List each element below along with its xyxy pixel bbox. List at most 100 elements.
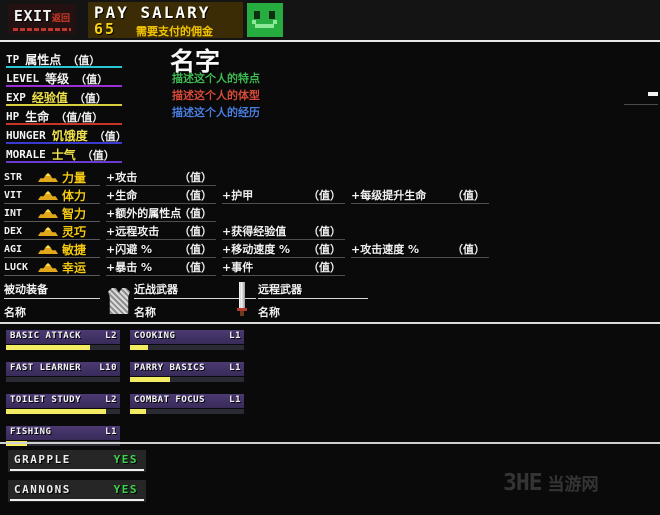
attribute-key: AGI bbox=[4, 243, 23, 255]
stat-bar bbox=[6, 161, 122, 163]
skill-name: COMBAT FOCUS bbox=[134, 395, 206, 405]
face-mouth-icon bbox=[252, 20, 277, 28]
scrollbar-track[interactable] bbox=[624, 104, 658, 105]
crown-icon bbox=[38, 173, 58, 182]
site-watermark: 3HE 当游网 bbox=[503, 470, 599, 496]
skill-level: L1 bbox=[229, 331, 241, 341]
equipment-divider bbox=[0, 322, 660, 324]
attribute-label-cn: 幸运 bbox=[62, 260, 87, 275]
skill-item[interactable]: FAST LEARNER L10 bbox=[6, 362, 120, 384]
toggle-label: CANNONS bbox=[14, 483, 71, 496]
bonus-label: +获得经验值 bbox=[222, 225, 287, 238]
attribute-bonus: +移动速度 % （值） bbox=[222, 240, 347, 258]
attribute-main: STR 力量 bbox=[4, 168, 104, 186]
skill-level: L2 bbox=[105, 395, 117, 405]
bonus-value: （值） bbox=[452, 189, 485, 202]
equipment-slot[interactable]: 远程武器 名称 bbox=[237, 278, 398, 320]
attribute-bonus: +生命 （值） bbox=[106, 186, 218, 204]
character-sheet-screen: EXIT 返回 PAY SALARY 65 需要支付的佣金 TP 属性点 （值） LE… bbox=[0, 0, 660, 515]
skill-item[interactable]: PARRY BASICS L1 bbox=[130, 362, 244, 384]
sword-hilt-icon bbox=[242, 311, 244, 316]
skill-name: PARRY BASICS bbox=[134, 363, 206, 373]
stat-key: TP bbox=[6, 53, 20, 66]
attribute-label-cn: 体力 bbox=[62, 188, 87, 203]
bonus-underline bbox=[222, 275, 345, 276]
attribute-key: STR bbox=[4, 171, 23, 183]
crown-icon bbox=[38, 263, 58, 272]
skill-progress-track bbox=[6, 345, 120, 350]
character-description-line: 描述这个人的体型 bbox=[172, 89, 260, 102]
skill-name: BASIC ATTACK bbox=[10, 331, 82, 341]
bonus-label: +闪避 % bbox=[106, 243, 153, 256]
skill-progress-fill bbox=[130, 377, 170, 382]
watermark-cn: 当游网 bbox=[547, 475, 599, 495]
pay-salary-amount: 65 bbox=[94, 20, 117, 38]
character-description-line: 描述这个人的经历 bbox=[172, 106, 260, 119]
attribute-main: AGI 敏捷 bbox=[4, 240, 104, 258]
skill-name: FAST LEARNER bbox=[10, 363, 82, 373]
attribute-row-luck: LUCK 幸运 +暴击 % （值） +事件 （值） bbox=[4, 258, 656, 276]
toggle-cannons[interactable]: CANNONS YES bbox=[8, 480, 146, 502]
pay-salary-button[interactable]: PAY SALARY 65 需要支付的佣金 bbox=[88, 2, 243, 38]
stat-row-level: LEVEL 等级 （值） bbox=[6, 69, 156, 88]
bonus-label: +暴击 % bbox=[106, 261, 153, 274]
bonus-value: （值） bbox=[308, 225, 341, 238]
toggle-grapple[interactable]: GRAPPLE YES bbox=[8, 450, 146, 472]
stat-bar bbox=[6, 85, 122, 87]
skill-level: L1 bbox=[229, 395, 241, 405]
pay-salary-caption: 需要支付的佣金 bbox=[136, 25, 213, 38]
crown-icon bbox=[38, 209, 58, 218]
character-description-line: 描述这个人的特点 bbox=[172, 72, 260, 85]
skill-progress-track bbox=[6, 409, 120, 414]
skill-item[interactable]: COMBAT FOCUS L1 bbox=[130, 394, 244, 416]
toggle-value: YES bbox=[113, 483, 138, 496]
attribute-bonus-empty bbox=[351, 204, 491, 222]
stat-row-exp: EXP 经验值 （值） bbox=[6, 88, 156, 107]
bonus-value: （值） bbox=[308, 189, 341, 202]
bonus-label: +生命 bbox=[106, 189, 138, 202]
stat-key: LEVEL bbox=[6, 72, 40, 85]
scrollbar-thumb[interactable] bbox=[648, 92, 658, 96]
skill-item[interactable]: BASIC ATTACK L2 bbox=[6, 330, 120, 352]
skill-progress-fill bbox=[6, 345, 91, 350]
equipment-header-rule bbox=[4, 298, 100, 299]
attribute-bonus-empty bbox=[222, 168, 347, 186]
skill-item[interactable]: TOILET STUDY L2 bbox=[6, 394, 120, 416]
bonus-value: （值） bbox=[179, 171, 212, 184]
bonus-value: （值） bbox=[179, 225, 212, 238]
attribute-bonus: +攻击速度 % （值） bbox=[351, 240, 491, 258]
vest-icon bbox=[108, 288, 130, 314]
skill-name: FISHING bbox=[10, 427, 52, 437]
equipment-header-rule bbox=[258, 298, 368, 299]
attribute-bonus-empty bbox=[351, 258, 491, 276]
bonus-label: +每级提升生命 bbox=[351, 189, 427, 202]
attribute-bonus: +闪避 % （值） bbox=[106, 240, 218, 258]
exit-button[interactable]: EXIT 返回 bbox=[8, 4, 76, 34]
attribute-bonus: +暴击 % （值） bbox=[106, 258, 218, 276]
stat-key: HP bbox=[6, 110, 20, 123]
stat-row-hp: HP 生命 （值/值） bbox=[6, 107, 156, 126]
watermark-en: 3HE bbox=[503, 470, 543, 496]
attribute-row-int: INT 智力 +额外的属性点 （值） bbox=[4, 204, 656, 222]
face-eye-right-icon bbox=[269, 11, 275, 19]
stat-key: EXP bbox=[6, 91, 26, 104]
attribute-main: LUCK 幸运 bbox=[4, 258, 104, 276]
skill-progress-track bbox=[6, 377, 120, 382]
bonus-label: +额外的属性点 bbox=[106, 207, 182, 220]
exit-button-labels: EXIT 返回 bbox=[14, 7, 70, 25]
stat-bar bbox=[6, 104, 122, 106]
toggle-underline bbox=[10, 469, 144, 471]
stat-row-morale: MORALE 士气 （值） bbox=[6, 145, 156, 164]
skill-item[interactable]: FISHING L1 bbox=[6, 426, 120, 448]
bonus-value: （值） bbox=[452, 243, 485, 256]
attribute-row-agi: AGI 敏捷 +闪避 % （值） +移动速度 % （值） +攻击速度 % （值） bbox=[4, 240, 656, 258]
character-descriptions: 描述这个人的特点 描述这个人的体型 描述这个人的经历 bbox=[172, 70, 260, 121]
top-bar: EXIT 返回 PAY SALARY 65 需要支付的佣金 bbox=[0, 0, 660, 40]
stat-row-tp: TP 属性点 （值） bbox=[6, 50, 156, 69]
exit-button-underline bbox=[13, 28, 71, 31]
crown-icon bbox=[38, 245, 58, 254]
skill-name: TOILET STUDY bbox=[10, 395, 82, 405]
skill-item[interactable]: COOKING L1 bbox=[130, 330, 244, 352]
skill-progress-track bbox=[130, 345, 244, 350]
skill-level: L10 bbox=[99, 363, 117, 373]
